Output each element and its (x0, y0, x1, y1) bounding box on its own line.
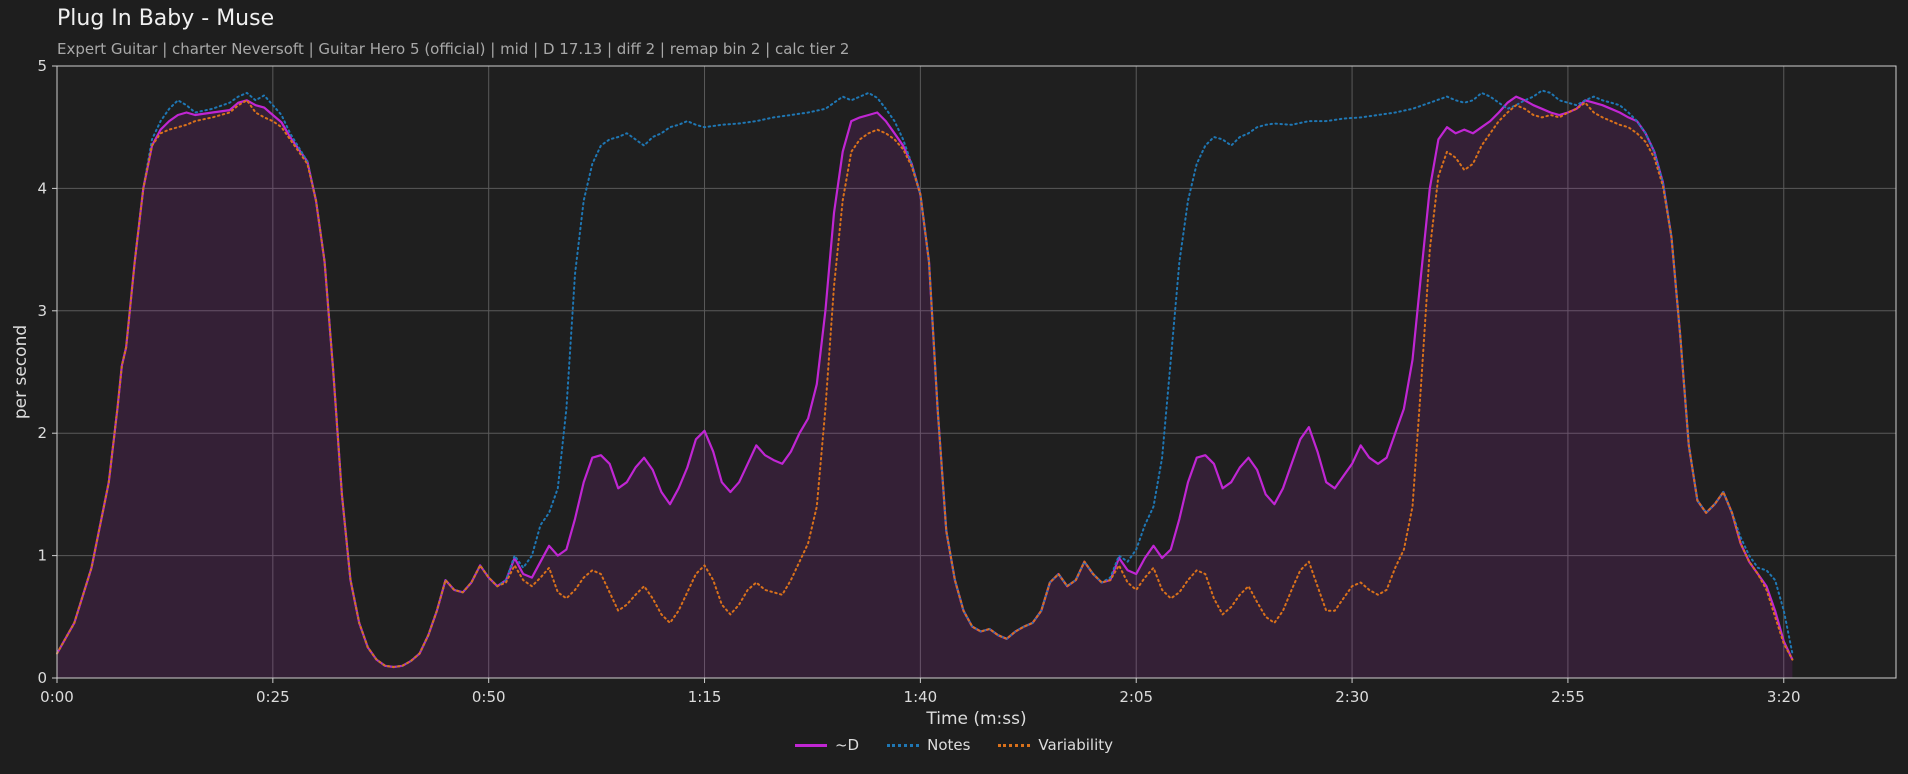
y-tick-label: 4 (37, 179, 47, 197)
legend-label: ~D (834, 736, 860, 754)
y-tick-label: 0 (37, 669, 47, 687)
legend-item-0: ~D (794, 736, 860, 754)
x-tick-label: 0:00 (40, 688, 74, 706)
y-tick-label: 3 (37, 302, 47, 320)
legend-label: Notes (927, 736, 971, 754)
x-tick-label: 3:20 (1767, 688, 1801, 706)
y-tick-label: 5 (37, 57, 47, 75)
x-tick-label: 2:05 (1119, 688, 1153, 706)
x-tick-label: 1:40 (904, 688, 938, 706)
line-chart: 0:00 0:25 0:50 1:15 1:40 2:05 2:30 2:55 3:20 0 1 2 3… (11, 57, 1897, 729)
x-tick-label: 0:25 (256, 688, 290, 706)
legend-swatch (998, 743, 1031, 747)
legend-item-2: Variability (998, 736, 1113, 754)
legend-item-1: Notes (887, 736, 970, 754)
legend-label: Variability (1038, 736, 1114, 754)
x-tick-label: 2:55 (1551, 688, 1585, 706)
legend-swatch (887, 743, 920, 747)
x-tick-label: 1:15 (688, 688, 722, 706)
y-axis-label: per second (11, 325, 31, 419)
x-tick-label: 0:50 (472, 688, 506, 706)
y-tick-label: 1 (37, 547, 47, 565)
x-axis-label: Time (m:ss) (925, 709, 1026, 729)
legend-swatch (794, 743, 827, 747)
y-tick-label: 2 (37, 424, 47, 442)
chart-legend: ~D Notes Variability (0, 736, 1908, 754)
x-tick-label: 2:30 (1335, 688, 1369, 706)
